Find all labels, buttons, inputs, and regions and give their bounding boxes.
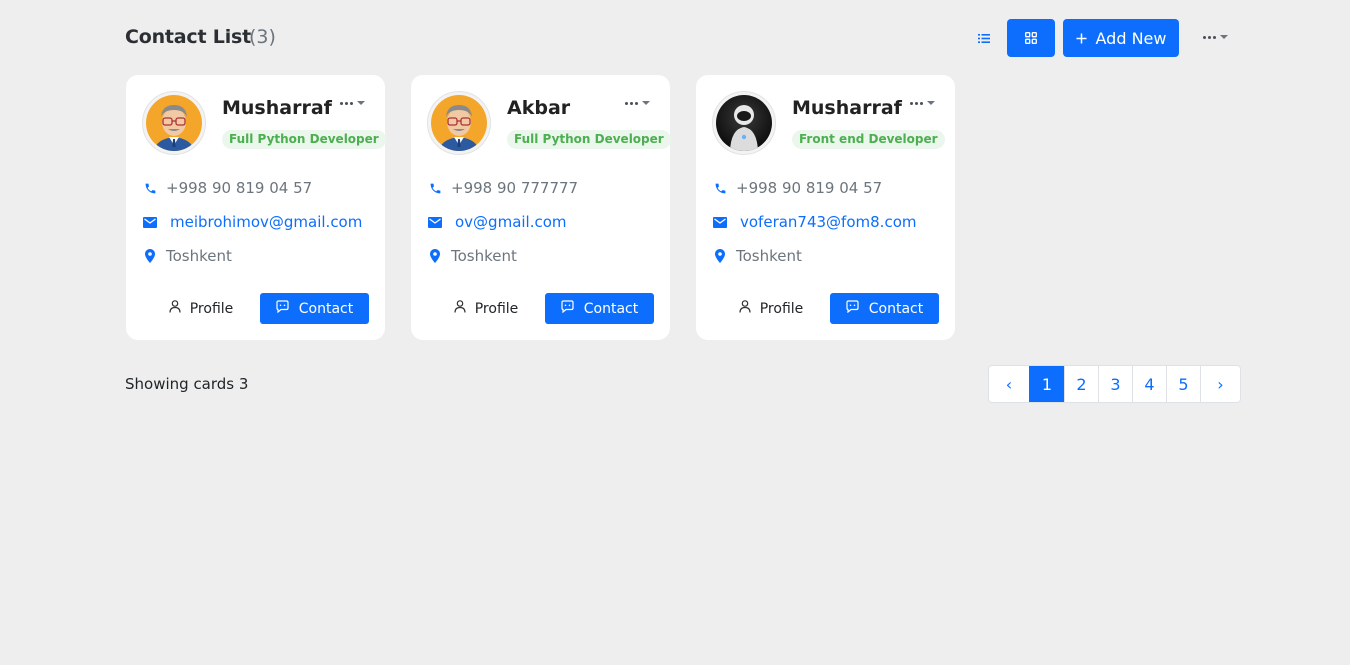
location-text: Toshkent <box>166 247 232 265</box>
location-pin-icon <box>713 249 727 263</box>
mail-icon <box>143 215 157 229</box>
location-pin-icon <box>428 249 442 263</box>
email-row: ov@gmail.com <box>428 213 567 231</box>
page-button-4[interactable]: 4 <box>1132 366 1166 402</box>
contact-label: Contact <box>583 300 639 317</box>
chat-icon <box>561 300 574 317</box>
location-text: Toshkent <box>451 247 517 265</box>
showing-count-text: Showing cards 3 <box>125 375 249 393</box>
add-new-label: Add New <box>1095 28 1167 48</box>
page-button-1[interactable]: 1 <box>1029 366 1064 402</box>
chat-icon <box>276 300 289 317</box>
list-icon <box>978 29 990 48</box>
robot-avatar-icon <box>716 95 772 151</box>
card-menu-dropdown[interactable] <box>340 96 370 110</box>
more-options-dropdown[interactable] <box>1195 25 1235 49</box>
profile-label: Profile <box>759 300 804 317</box>
avatar <box>712 91 776 155</box>
contact-count: (3) <box>249 26 276 48</box>
card-menu-dropdown[interactable] <box>625 96 655 110</box>
user-icon <box>169 300 181 317</box>
profile-label: Profile <box>474 300 519 317</box>
phone-icon <box>143 181 157 195</box>
next-page-button[interactable]: › <box>1200 366 1240 402</box>
caret-down-icon <box>357 101 365 105</box>
list-view-button[interactable] <box>965 19 1003 57</box>
email-link[interactable]: meibrohimov@gmail.com <box>170 213 362 231</box>
role-badge: Front end Developer <box>792 130 945 149</box>
caret-down-icon <box>1219 35 1228 39</box>
contact-button[interactable]: Contact <box>830 293 939 324</box>
page-button-2[interactable]: 2 <box>1064 366 1098 402</box>
caret-down-icon <box>927 101 935 105</box>
location-row: Toshkent <box>428 247 517 265</box>
page-title: Contact List <box>125 26 251 48</box>
location-row: Toshkent <box>713 247 802 265</box>
ellipsis-icon <box>625 101 638 105</box>
plus-icon <box>1076 29 1087 48</box>
card-menu-dropdown[interactable] <box>910 96 940 110</box>
contact-card: Musharraf Front end Developer +998 90 81… <box>696 75 955 340</box>
role-badge: Full Python Developer <box>507 130 671 149</box>
avatar <box>142 91 206 155</box>
pagination: ‹ 1 2 3 4 5 › <box>988 365 1241 403</box>
phone-number: +998 90 819 04 57 <box>736 179 883 197</box>
user-icon <box>739 300 751 317</box>
mail-icon <box>428 215 442 229</box>
phone-number: +998 90 819 04 57 <box>166 179 313 197</box>
prev-page-button[interactable]: ‹ <box>989 366 1029 402</box>
contact-label: Contact <box>868 300 924 317</box>
phone-row: +998 90 777777 <box>428 179 578 197</box>
phone-icon <box>713 181 727 195</box>
grid-view-button[interactable] <box>1007 19 1055 57</box>
contact-card: Akbar Full Python Developer +998 90 7777… <box>411 75 671 340</box>
location-pin-icon <box>143 249 157 263</box>
role-badge: Full Python Developer <box>222 130 386 149</box>
phone-number: +998 90 777777 <box>451 179 579 197</box>
contact-name: Akbar <box>507 97 571 119</box>
profile-button[interactable]: Profile <box>156 293 246 324</box>
phone-icon <box>428 181 442 195</box>
caret-down-icon <box>642 101 650 105</box>
email-row: meibrohimov@gmail.com <box>143 213 362 231</box>
user-icon <box>454 300 466 317</box>
ellipsis-icon <box>340 101 353 105</box>
cartoon-man-avatar-icon <box>146 95 202 151</box>
cartoon-man-avatar-icon <box>431 95 487 151</box>
location-text: Toshkent <box>736 247 802 265</box>
contact-button[interactable]: Contact <box>545 293 654 324</box>
avatar <box>427 91 491 155</box>
phone-row: +998 90 819 04 57 <box>143 179 312 197</box>
mail-icon <box>713 215 727 229</box>
contact-name: Musharraf <box>792 97 902 119</box>
email-link[interactable]: voferan743@fom8.com <box>740 213 916 231</box>
ellipsis-icon <box>910 101 923 105</box>
email-link[interactable]: ov@gmail.com <box>455 213 567 231</box>
profile-button[interactable]: Profile <box>441 293 531 324</box>
profile-label: Profile <box>189 300 234 317</box>
chat-icon <box>846 300 859 317</box>
add-new-button[interactable]: Add New <box>1063 19 1179 57</box>
location-row: Toshkent <box>143 247 232 265</box>
contact-name: Musharraf <box>222 97 332 119</box>
page-button-5[interactable]: 5 <box>1166 366 1200 402</box>
page-button-3[interactable]: 3 <box>1098 366 1132 402</box>
profile-button[interactable]: Profile <box>726 293 816 324</box>
contact-card: Musharraf Full Python Developer +998 90 … <box>126 75 386 340</box>
contact-label: Contact <box>298 300 354 317</box>
email-row: voferan743@fom8.com <box>713 213 916 231</box>
phone-row: +998 90 819 04 57 <box>713 179 882 197</box>
grid-icon <box>1025 29 1037 48</box>
ellipsis-icon <box>1202 35 1216 39</box>
contact-button[interactable]: Contact <box>260 293 369 324</box>
